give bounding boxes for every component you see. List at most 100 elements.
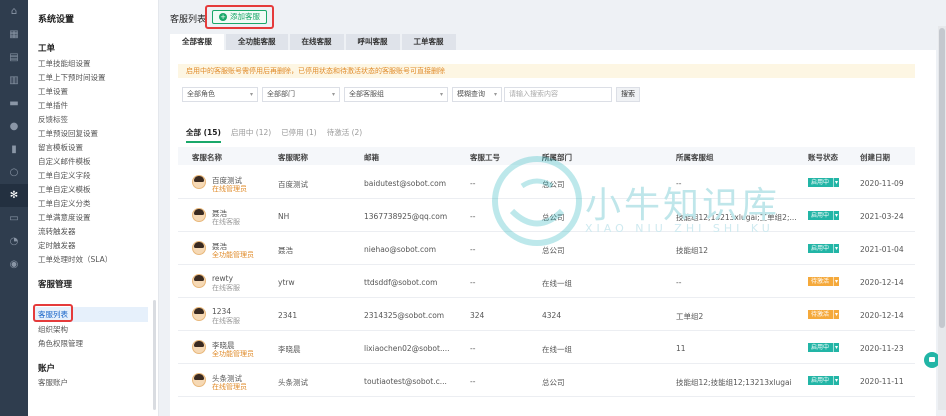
subtab-enabled[interactable]: 启用中 (12) — [231, 127, 271, 143]
table-row[interactable]: 1234 在线客服 2341 2314325@sobot.com 324 432… — [178, 299, 915, 331]
agent-no: -- — [470, 245, 476, 254]
sidebar-item[interactable]: 角色权限管理 — [38, 338, 83, 349]
search-icon[interactable]: ○ — [0, 161, 28, 184]
subtab-all[interactable]: 全部 (15) — [186, 127, 221, 143]
header-date: 创建日期 — [860, 153, 890, 162]
agent-nick: ytrw — [278, 278, 295, 287]
status-badge[interactable]: 启用中 — [808, 343, 839, 352]
sidebar-scrollbar[interactable] — [153, 300, 156, 410]
icon-rail: ⌂ ▦ ▤ ▥ ▬ ● ▮ ○ ✻ ▭ ◔ ◉ — [0, 0, 28, 416]
agent-role: 在线客服 — [212, 218, 240, 226]
monitor-icon[interactable]: ▭ — [0, 207, 28, 230]
sidebar-item[interactable]: 工单自定义分类 — [38, 198, 91, 209]
agent-nick: 头条测试 — [278, 378, 308, 387]
tab-ticket[interactable]: 工单客服 — [401, 34, 456, 50]
agent-group: 工单组2 — [676, 312, 704, 321]
sidebar-item[interactable]: 反馈标签 — [38, 114, 68, 125]
sidebar-item[interactable]: 自定义邮件模板 — [38, 156, 91, 167]
status-badge[interactable]: 启用中 — [808, 178, 839, 187]
agent-email: toutiaotest@sobot.c... — [364, 377, 447, 386]
highlight-box — [33, 304, 73, 322]
watermark-logo — [492, 156, 582, 246]
chart-icon[interactable]: ▮ — [0, 138, 28, 161]
agent-type-tabs: 全部客服 全功能客服 在线客服 呼叫客服 工单客服 — [170, 34, 456, 50]
table-row[interactable]: rewty 在线客服 ytrw ttdsddf@sobot.com -- 在线一… — [178, 266, 915, 298]
agent-group: 技能组12 — [676, 246, 709, 255]
sidebar-item[interactable]: 客服账户 — [38, 377, 68, 388]
sidebar-item[interactable]: 组织架构 — [38, 324, 68, 335]
agent-name: 1234 — [212, 307, 232, 316]
subtab-disabled[interactable]: 已停用 (1) — [281, 127, 317, 143]
match-select[interactable]: 模糊查询 ▾ — [452, 87, 502, 102]
avatar — [192, 208, 206, 222]
agent-group: 11 — [676, 344, 686, 353]
table-row[interactable]: 李晓晨 全功能管理员 李晓晨 lixiaochen02@sobot.... --… — [178, 332, 915, 364]
sidebar-item[interactable]: 工单技能组设置 — [38, 58, 91, 69]
dept-select[interactable]: 全部部门 ▾ — [262, 87, 340, 102]
agent-email: niehao@sobot.com — [364, 245, 437, 254]
sidebar-item[interactable]: 流转触发器 — [38, 226, 76, 237]
group-select[interactable]: 全部客服组 ▾ — [344, 87, 448, 102]
role-select[interactable]: 全部角色 ▾ — [182, 87, 258, 102]
sidebar-item[interactable]: 工单预设回复设置 — [38, 128, 98, 139]
agent-nick: 百度测试 — [278, 180, 308, 189]
agent-role: 在线客服 — [212, 317, 240, 325]
agent-email: 1367738925@qq.com — [364, 212, 448, 221]
user-icon[interactable]: ● — [0, 115, 28, 138]
tab-online[interactable]: 在线客服 — [289, 34, 344, 50]
sidebar-item[interactable]: 工单自定义模板 — [38, 184, 91, 195]
sidebar-item[interactable]: 工单插件 — [38, 100, 68, 111]
status-badge[interactable]: 启用中 — [808, 211, 839, 220]
avatar — [192, 307, 206, 321]
header-name: 客服名称 — [192, 153, 222, 162]
document-icon[interactable]: ▤ — [0, 46, 28, 69]
agent-dept: 总公司 — [542, 246, 565, 255]
home-icon[interactable]: ⌂ — [0, 0, 28, 23]
tab-full[interactable]: 全功能客服 — [226, 34, 288, 50]
gear-icon[interactable]: ✻ — [0, 184, 28, 207]
created-date: 2020-12-14 — [860, 278, 904, 287]
header-group: 所属客服组 — [676, 153, 714, 162]
agent-no: -- — [470, 344, 476, 353]
agent-no: -- — [470, 377, 476, 386]
created-date: 2020-12-14 — [860, 311, 904, 320]
created-date: 2021-03-24 — [860, 212, 904, 221]
page-scrollbar[interactable] — [938, 26, 946, 410]
sidebar-item[interactable]: 工单自定义字段 — [38, 170, 91, 181]
profile-icon[interactable]: ◉ — [0, 253, 28, 276]
sidebar-item[interactable]: 留言模板设置 — [38, 142, 83, 153]
agent-email: baidutest@sobot.com — [364, 179, 447, 188]
chevron-down-icon: ▾ — [331, 91, 335, 98]
watermark-logo-icon — [492, 156, 582, 246]
status-badge[interactable]: 启用中 — [808, 244, 839, 253]
sidebar-item[interactable]: 工单处理时效（SLA） — [38, 254, 112, 265]
avatar — [192, 340, 206, 354]
agent-dept: 在线一组 — [542, 345, 572, 354]
agent-no: -- — [470, 278, 476, 287]
avatar — [192, 274, 206, 288]
sidebar-item[interactable]: 工单满意度设置 — [38, 212, 91, 223]
status-badge[interactable]: 启用中 — [808, 376, 839, 385]
chat-icon[interactable]: ▬ — [0, 92, 28, 115]
book-icon[interactable]: ▥ — [0, 69, 28, 92]
status-badge[interactable]: 待激活 — [808, 310, 839, 319]
watermark-text: 小牛知识库 — [585, 185, 781, 226]
status-badge[interactable]: 待激活 — [808, 277, 839, 286]
clock-icon[interactable]: ◔ — [0, 230, 28, 253]
subtab-pending[interactable]: 待激活 (2) — [327, 127, 363, 143]
sidebar-item[interactable]: 工单设置 — [38, 86, 68, 97]
search-button[interactable]: 搜索 — [616, 87, 640, 102]
tab-call[interactable]: 呼叫客服 — [345, 34, 400, 50]
agent-nick: 聂浩 — [278, 246, 293, 255]
table-row[interactable]: 头条测试 在线管理员 头条测试 toutiaotest@sobot.c... -… — [178, 365, 915, 397]
sidebar-item[interactable]: 工单上下预时间设置 — [38, 72, 106, 83]
highlight-box — [205, 5, 274, 29]
sidebar-item[interactable]: 定时触发器 — [38, 240, 76, 251]
grid-icon[interactable]: ▦ — [0, 23, 28, 46]
search-input[interactable]: 请输入搜索内容 — [504, 87, 612, 102]
status-subtabs: 全部 (15) 启用中 (12) 已停用 (1) 待激活 (2) — [186, 127, 362, 143]
created-date: 2020-11-23 — [860, 344, 904, 353]
sidebar-group-agent-mgmt: 客服管理 — [38, 280, 73, 290]
tab-all[interactable]: 全部客服 — [170, 34, 224, 50]
agent-dept: 4324 — [542, 311, 562, 320]
